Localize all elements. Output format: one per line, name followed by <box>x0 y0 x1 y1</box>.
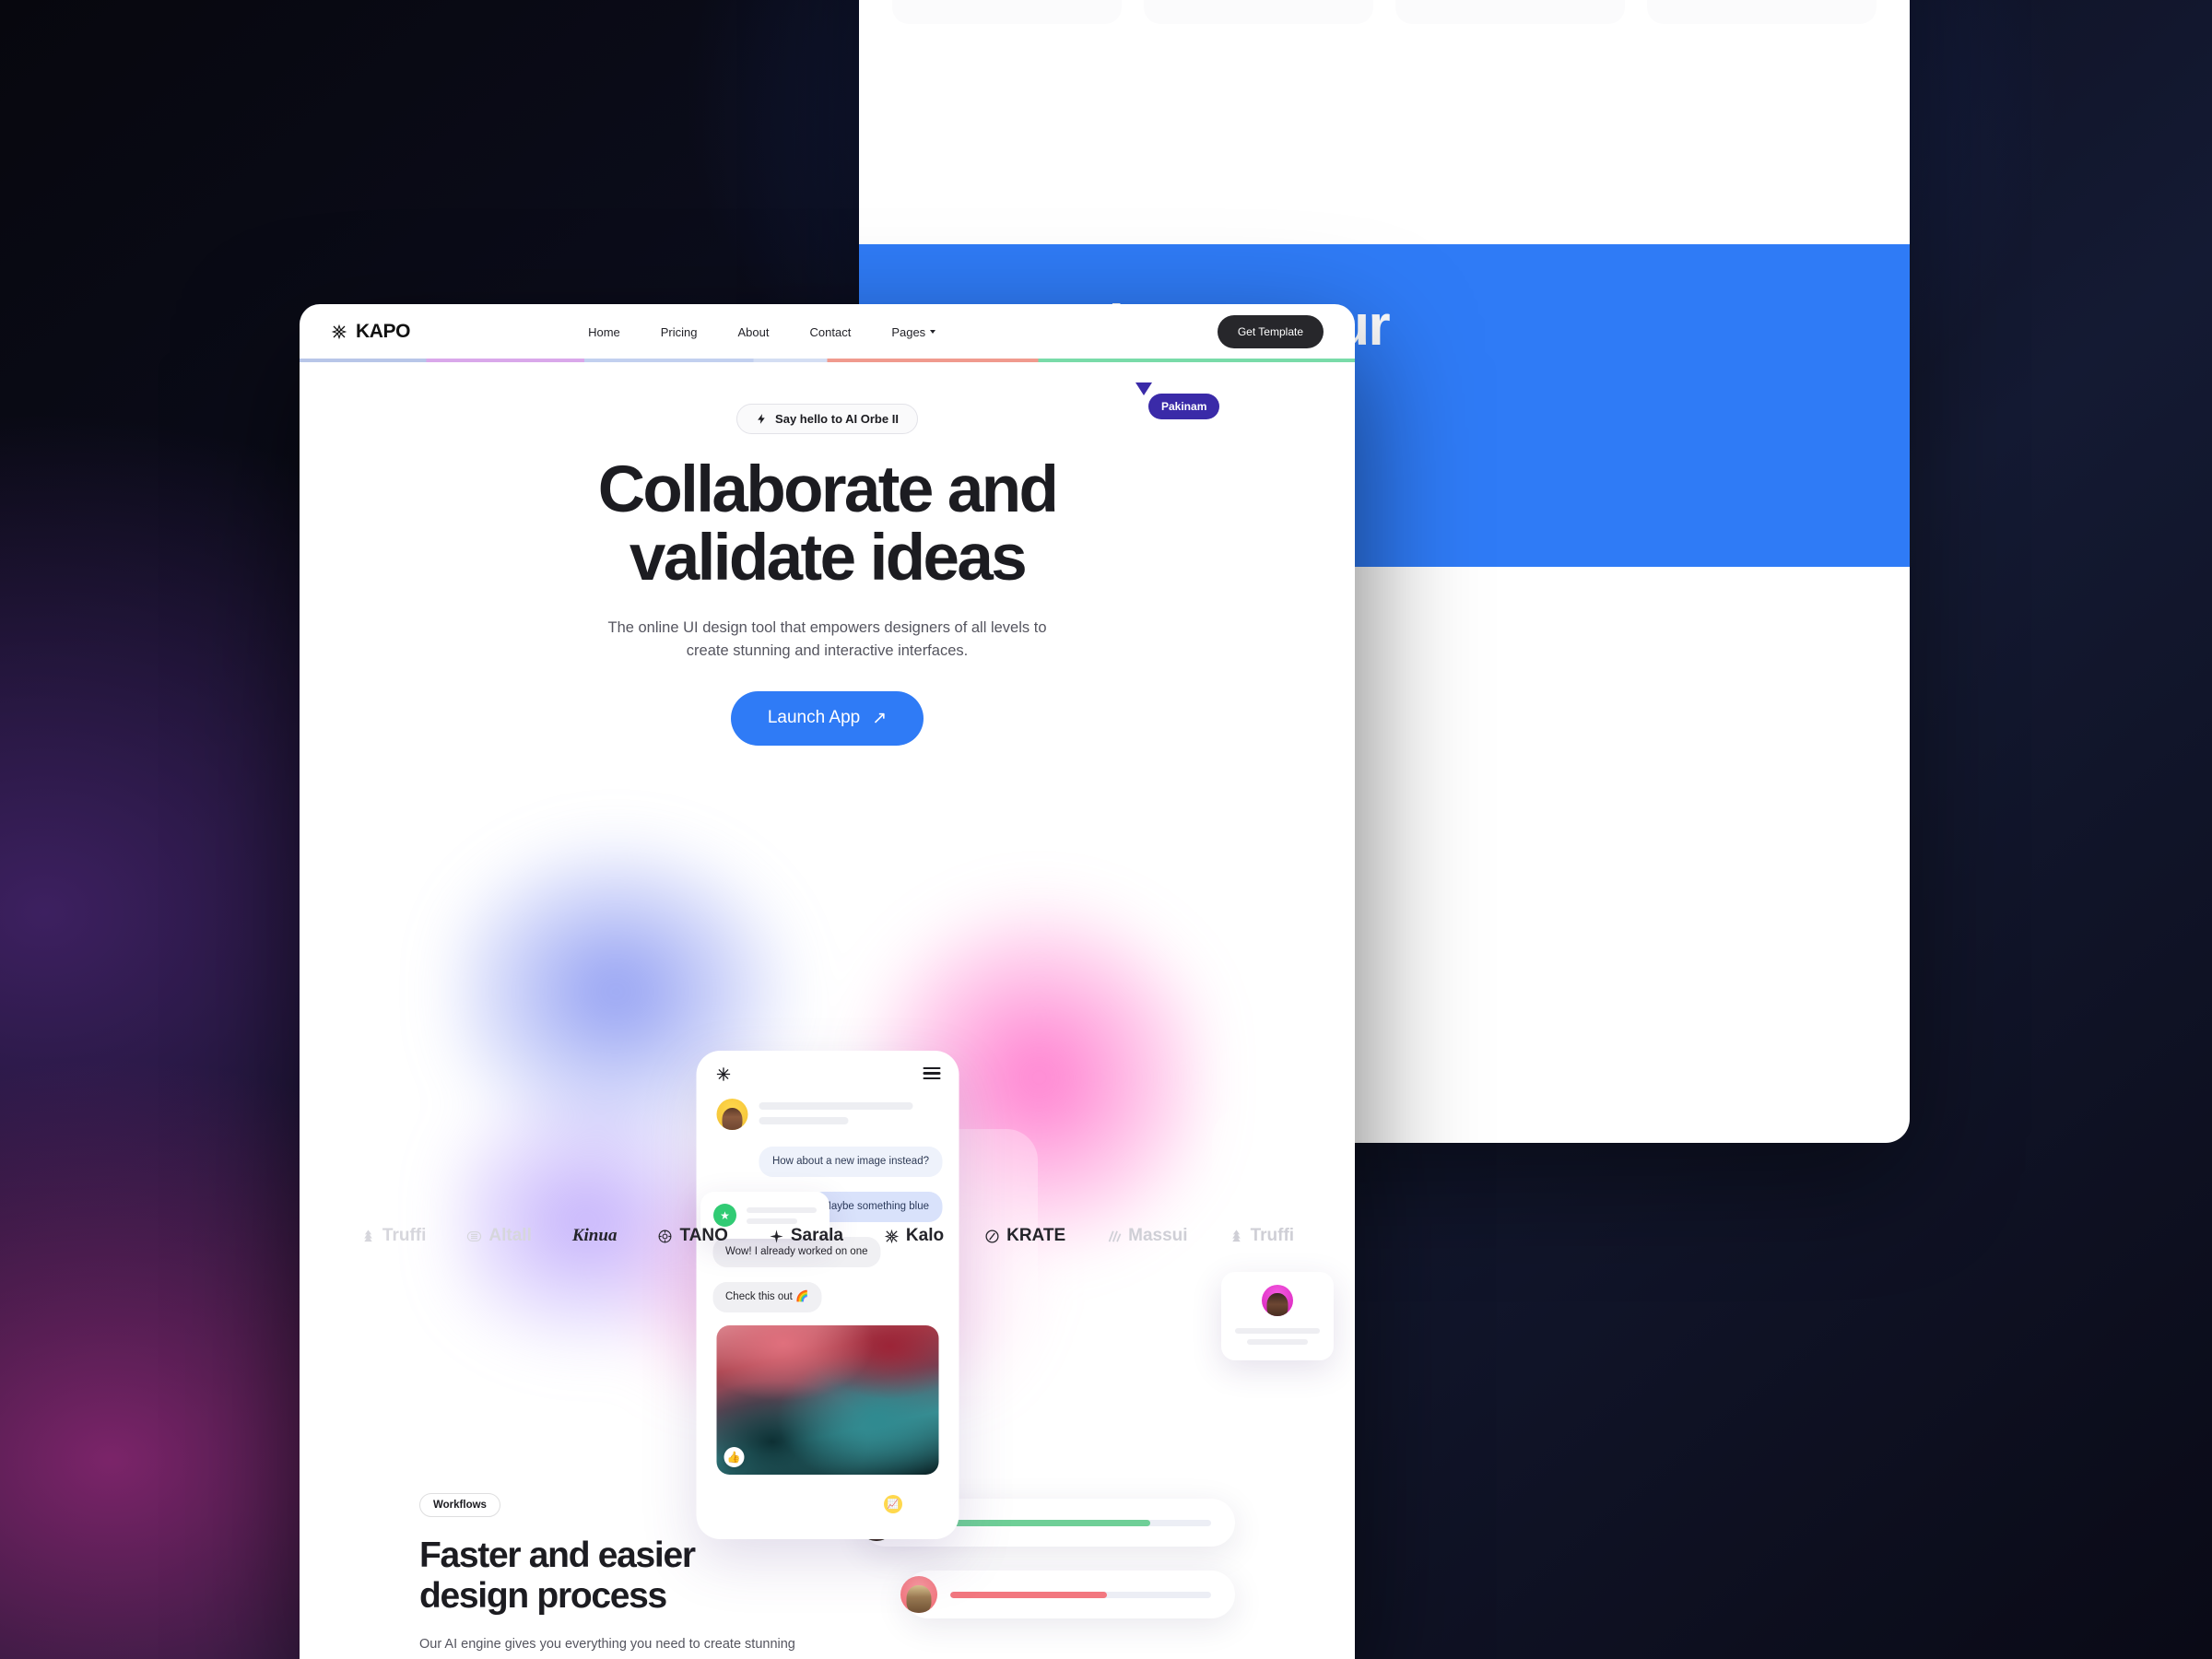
message-row: Check this out 🌈 <box>696 1281 959 1312</box>
placeholder-lines <box>759 1099 938 1132</box>
testimonial-card: Danny Canny Product designer - Adobe “Br… <box>892 0 1122 24</box>
message-row: How about a new image instead? <box>696 1147 959 1177</box>
thumbs-up-reaction-icon[interactable]: 👍 <box>724 1446 744 1467</box>
trend-badge-icon: 📈 <box>884 1495 902 1513</box>
chevron-down-icon <box>930 330 936 334</box>
logo-sarala: Sarala <box>769 1226 843 1246</box>
collaborator-cursor: Pakinam <box>1135 382 1220 419</box>
fingerprint-icon <box>467 1230 482 1241</box>
logo-label: TANO <box>679 1226 728 1245</box>
nav-label: Home <box>588 324 620 339</box>
placeholder-line <box>1235 1328 1320 1334</box>
logo-massui: Massui <box>1106 1226 1188 1246</box>
progress-fill <box>950 1591 1107 1598</box>
nav-label: Pages <box>891 324 926 339</box>
launch-app-button[interactable]: Launch App ↗ <box>730 690 924 746</box>
nav-item-pages[interactable]: Pages <box>891 324 936 339</box>
avatar <box>1262 1285 1293 1316</box>
sparkle-icon <box>770 1229 783 1243</box>
chat-image-attachment: 👍 <box>716 1324 938 1475</box>
tree-icon <box>1231 1229 1241 1241</box>
announcement-pill[interactable]: Say hello to AI Orbe II <box>736 404 918 434</box>
tree-icon <box>364 1229 372 1241</box>
logo-label: Altall <box>488 1226 532 1245</box>
testimonial-grid-bottom: Danny Canny Product designer - Adobe “Br… <box>859 0 1910 24</box>
logo-truffi: Truffi <box>360 1226 427 1246</box>
logo-strip: Truffi Altall Kinua TANO Sarala Kalo KRA… <box>300 1226 1355 1246</box>
lightning-bolt-icon <box>758 414 765 424</box>
placeholder-line <box>1246 1339 1309 1345</box>
get-template-button[interactable]: Get Template <box>1217 315 1324 348</box>
chat-app-mockup: How about a new image instead? Maybe som… <box>696 1051 959 1539</box>
section-badge: Workflows <box>419 1493 500 1517</box>
nav-label: Contact <box>809 324 852 339</box>
page-title: Collaborate and validate ideas <box>597 453 1059 594</box>
nav-label: About <box>737 324 770 339</box>
nav-item-home[interactable]: Home <box>588 325 620 339</box>
nav-label: Pricing <box>660 324 698 339</box>
gear-icon <box>659 1230 672 1242</box>
logo-kinua: Kinua <box>572 1226 618 1246</box>
logo-tano: TANO <box>657 1226 728 1246</box>
launch-app-label: Launch App <box>767 708 861 728</box>
brand-name: KAPO <box>356 321 411 342</box>
app-star-icon <box>716 1067 730 1081</box>
nav-item-about[interactable]: About <box>738 325 770 339</box>
kapo-mark-icon <box>331 324 347 340</box>
placeholder-lines <box>747 1206 817 1224</box>
nav-item-pricing[interactable]: Pricing <box>661 325 698 339</box>
nav-item-contact[interactable]: Contact <box>810 325 852 339</box>
waves-icon <box>1108 1230 1122 1241</box>
avatar <box>900 1576 937 1613</box>
testimonial-card: Danny Canny Product designer - Adobe “Br… <box>1647 0 1877 24</box>
logo-label: Kalo <box>905 1226 945 1245</box>
chat-message: How about a new image instead? <box>759 1147 942 1177</box>
brand-logo[interactable]: KAPO <box>331 321 410 343</box>
section-title: Faster and easier design process <box>419 1535 696 1616</box>
x-star-icon <box>884 1229 900 1243</box>
logo-truffi-2: Truffi <box>1229 1226 1295 1246</box>
section-subtitle: Our AI engine gives you everything you n… <box>419 1637 795 1653</box>
announcement-label: Say hello to AI Orbe II <box>775 412 899 426</box>
testimonial-card: Danny Canny Product designer - Adobe “Br… <box>1144 0 1373 24</box>
logo-label: Massui <box>1128 1226 1188 1245</box>
arrow-up-right-icon: ↗ <box>872 708 888 728</box>
avatar <box>716 1099 747 1130</box>
logo-label: Truffi <box>382 1226 427 1245</box>
chat-header-row <box>696 1099 959 1132</box>
logo-krate: KRATE <box>984 1226 1065 1246</box>
star-badge-icon: ★ <box>713 1204 736 1227</box>
navbar: KAPO Home Pricing About Contact Pages Ge… <box>300 304 1355 359</box>
logo-kalo: Kalo <box>884 1226 944 1246</box>
progress-card <box>900 1571 1235 1618</box>
logo-label: KRATE <box>1006 1226 1066 1245</box>
hero-subtitle: The online UI design tool that empowers … <box>607 618 1047 660</box>
menu-icon[interactable] <box>923 1067 940 1079</box>
cursor-arrow-icon <box>1135 382 1152 395</box>
floating-profile-card <box>1221 1272 1334 1360</box>
mockup-toolbar <box>696 1051 959 1099</box>
logo-altall: Altall <box>466 1226 532 1246</box>
slash-circle-icon <box>985 1229 999 1243</box>
logo-label: Sarala <box>790 1226 843 1245</box>
foreground-website-layer: KAPO Home Pricing About Contact Pages Ge… <box>300 304 1355 1659</box>
cursor-name-label: Pakinam <box>1148 394 1220 419</box>
logo-label: Truffi <box>1250 1226 1295 1245</box>
nav-links: Home Pricing About Contact Pages <box>588 324 936 339</box>
testimonial-card: Danny Canny Product designer - Adobe “Br… <box>1395 0 1625 24</box>
progress-track[interactable] <box>950 1591 1211 1598</box>
chat-message: Check this out 🌈 <box>712 1281 822 1312</box>
logo-label: Kinua <box>571 1226 618 1245</box>
